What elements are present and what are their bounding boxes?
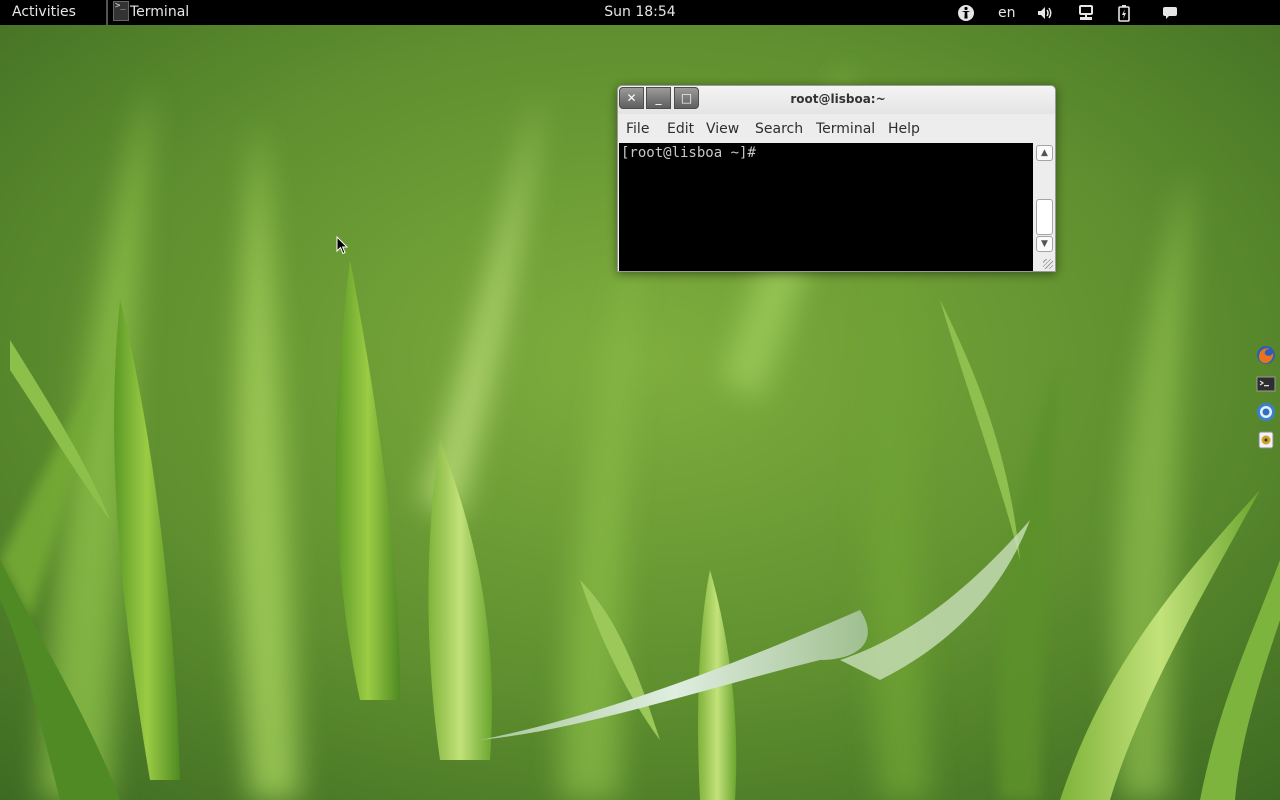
terminal-icon[interactable]	[1256, 374, 1276, 394]
maximize-window-button[interactable]: □	[674, 87, 699, 109]
terminal-cursor	[756, 145, 764, 161]
menu-bar: File Edit View Search Terminal Help	[618, 114, 1055, 143]
shell-prompt-text: [root@lisboa ~]#	[621, 145, 756, 161]
terminal-window: ✕ _ □ root@lisboa:~ File Edit View Searc…	[617, 85, 1056, 272]
app-menu-label: Terminal	[130, 4, 190, 20]
terminal-output[interactable]: [root@lisboa ~]#	[619, 143, 1033, 271]
close-window-button[interactable]: ✕	[619, 87, 644, 109]
chromium-icon[interactable]	[1256, 402, 1276, 422]
volume-icon[interactable]	[1036, 4, 1054, 22]
firefox-icon[interactable]	[1256, 345, 1276, 365]
menu-terminal[interactable]: Terminal	[816, 121, 875, 137]
chat-icon[interactable]	[1161, 4, 1179, 22]
terminal-app-icon: >_	[113, 1, 129, 21]
terminal-scrollbar[interactable]: ▲ ▼	[1034, 143, 1055, 271]
app-menu[interactable]: >_ Terminal	[106, 0, 200, 25]
scrollbar-thumb[interactable]	[1036, 199, 1053, 235]
window-title: root@lisboa:~	[790, 92, 886, 106]
menu-edit[interactable]: Edit	[667, 121, 694, 137]
network-icon[interactable]	[1077, 4, 1095, 22]
battery-icon[interactable]	[1115, 4, 1133, 22]
shell-prompt: [root@lisboa ~]#	[621, 145, 764, 161]
mouse-pointer-icon	[336, 235, 349, 255]
minimize-window-button[interactable]: _	[646, 87, 671, 109]
window-titlebar[interactable]: ✕ _ □ root@lisboa:~	[618, 86, 1055, 114]
activities-button[interactable]: Activities	[12, 4, 76, 20]
menu-search[interactable]: Search	[755, 121, 803, 137]
accessibility-icon[interactable]	[957, 4, 975, 22]
keyboard-layout-indicator[interactable]: en	[998, 5, 1016, 21]
menu-help[interactable]: Help	[888, 121, 920, 137]
clock[interactable]: Sun 18:54	[604, 4, 675, 20]
scroll-down-button[interactable]: ▼	[1036, 236, 1053, 252]
menu-file[interactable]: File	[626, 121, 649, 137]
resize-grip-icon[interactable]	[1043, 259, 1053, 269]
scroll-up-button[interactable]: ▲	[1036, 145, 1053, 161]
top-bar: Activities >_ Terminal Sun 18:54 en	[0, 0, 1280, 25]
menu-view[interactable]: View	[706, 121, 739, 137]
media-player-icon[interactable]	[1256, 430, 1276, 450]
